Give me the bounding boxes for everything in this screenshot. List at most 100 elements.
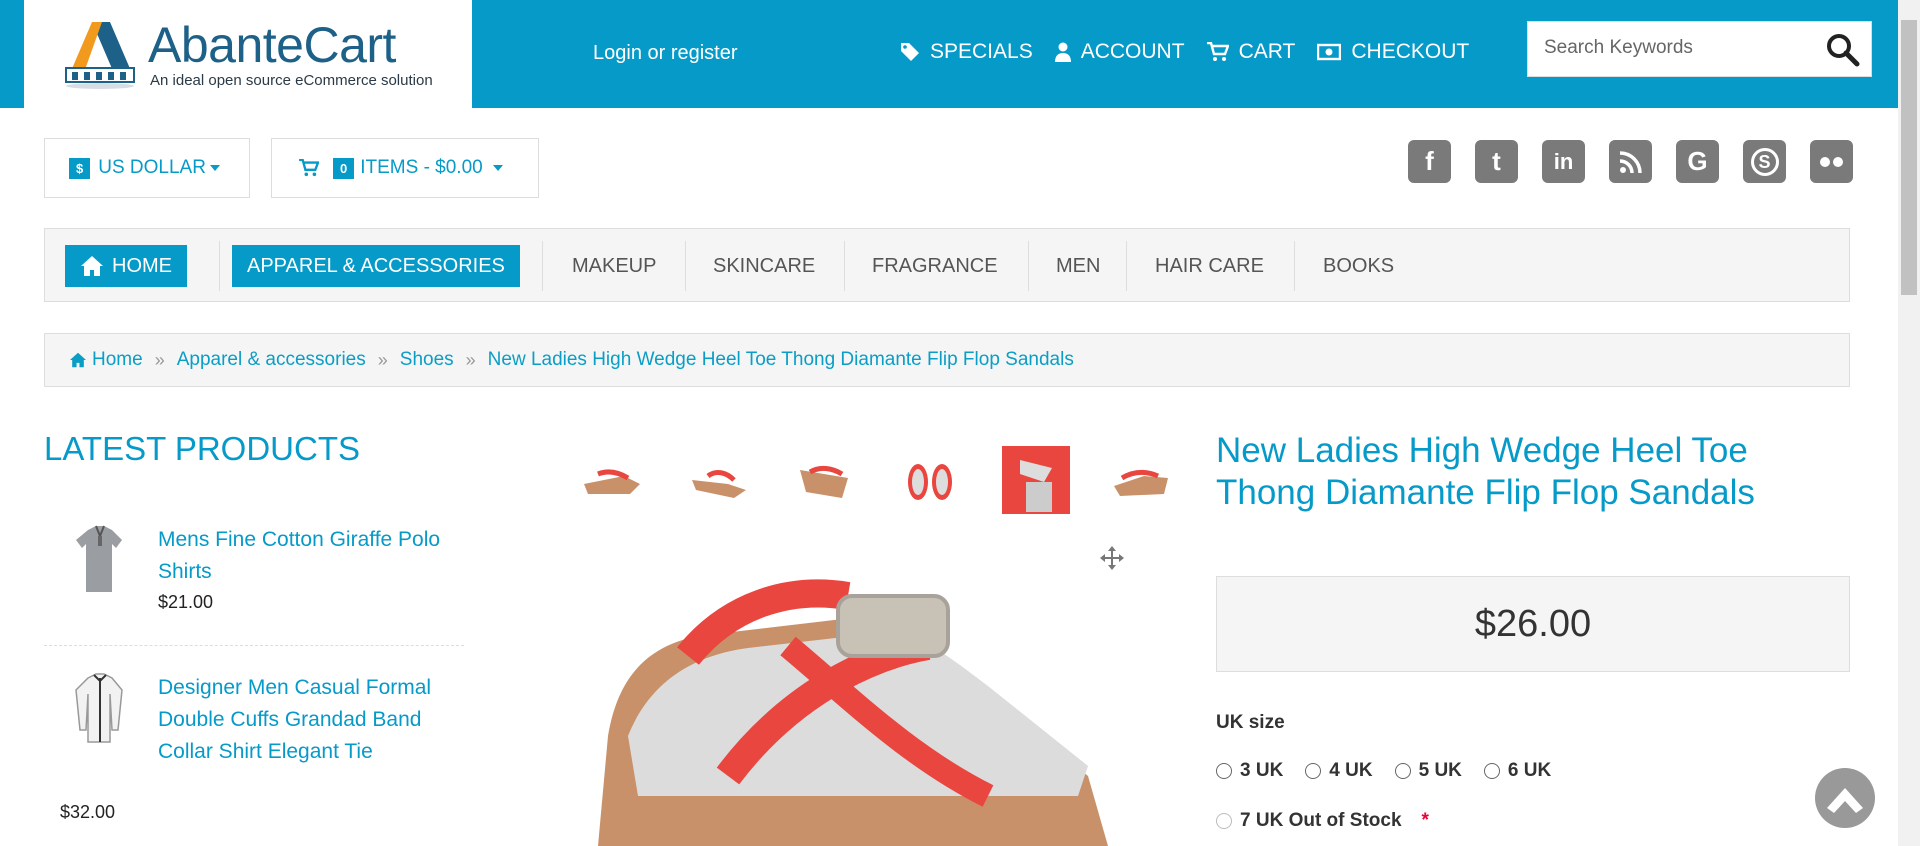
product-price: $32.00 xyxy=(60,802,116,822)
category-skincare-label: SKINCARE xyxy=(713,254,816,277)
category-skincare[interactable]: SKINCARE xyxy=(713,245,815,287)
polo-shirt-image[interactable] xyxy=(74,524,126,600)
size-option-label: 6 UK xyxy=(1507,760,1552,781)
breadcrumb-separator-icon: » xyxy=(154,349,165,370)
category-hair-care-label: HAIR CARE xyxy=(1155,254,1264,277)
cart-count-badge: 0 xyxy=(333,157,355,179)
product-thumbnail-selected[interactable] xyxy=(1002,446,1070,514)
category-makeup[interactable]: MAKEUP xyxy=(572,245,656,287)
category-menu: HOME APPAREL & ACCESSORIES MAKEUP SKINCA… xyxy=(44,228,1850,302)
size-option-4uk[interactable]: 4 UK xyxy=(1305,760,1373,782)
logo-name: AbanteCart xyxy=(148,17,396,73)
nav-checkout[interactable]: CHECKOUT xyxy=(1317,40,1469,64)
cart-total-label: ITEMS - $0.00 xyxy=(360,157,483,178)
product-name-link[interactable]: Designer Men Casual Formal Double Cuffs … xyxy=(158,672,448,768)
top-nav: SPECIALS ACCOUNT CART CHECKOUT xyxy=(900,40,1469,64)
category-fragrance[interactable]: FRAGRANCE xyxy=(872,245,998,287)
product-price: $26.00 xyxy=(1474,602,1592,645)
size-option-5uk[interactable]: 5 UK xyxy=(1394,760,1462,782)
product-name-link[interactable]: Mens Fine Cotton Giraffe Polo Shirts xyxy=(158,524,448,588)
currency-selector[interactable]: $ US DOLLAR xyxy=(44,138,250,198)
dress-shirt-image[interactable] xyxy=(74,672,126,748)
category-fragrance-label: FRAGRANCE xyxy=(872,254,998,277)
size-option-6uk[interactable]: 6 UK xyxy=(1483,760,1552,782)
product-main-image[interactable] xyxy=(568,536,1138,846)
radio-button[interactable] xyxy=(1394,763,1411,779)
divider xyxy=(1028,241,1029,291)
top-header: AbanteCart An ideal open source eCommerc… xyxy=(0,0,1898,108)
skype-icon[interactable]: S xyxy=(1743,140,1786,183)
breadcrumb-shoes[interactable]: Shoes xyxy=(400,349,454,371)
logo[interactable]: AbanteCart An ideal open source eCommerc… xyxy=(24,0,472,108)
flickr-icon[interactable] xyxy=(1810,140,1853,183)
nav-checkout-label: CHECKOUT xyxy=(1351,40,1470,63)
radio-button[interactable] xyxy=(1216,763,1232,779)
google-icon[interactable]: G xyxy=(1676,140,1719,183)
divider xyxy=(844,241,845,291)
category-men[interactable]: MEN xyxy=(1056,245,1100,287)
product-price: $21.00 xyxy=(158,592,214,612)
divider xyxy=(1294,241,1295,291)
category-home[interactable]: HOME xyxy=(65,245,187,287)
latest-products-title: LATEST PRODUCTS xyxy=(44,430,360,467)
home-icon xyxy=(70,352,86,368)
size-option-label: 5 UK xyxy=(1418,760,1462,781)
rss-icon[interactable] xyxy=(1609,140,1652,183)
divider xyxy=(219,241,220,291)
size-option-3uk[interactable]: 3 UK xyxy=(1216,760,1283,782)
chevron-down-icon xyxy=(492,165,503,171)
currency-badge: $ xyxy=(69,157,91,179)
size-option-label: 4 UK xyxy=(1329,760,1373,781)
radio-button[interactable] xyxy=(1305,763,1322,779)
radio-button[interactable] xyxy=(1483,763,1500,779)
product-thumbnail[interactable] xyxy=(790,446,858,514)
category-apparel[interactable]: APPAREL & ACCESSORIES xyxy=(232,245,520,287)
mini-cart[interactable]: 0 ITEMS - $0.00 xyxy=(271,138,539,198)
size-option-7uk-disabled: 7 UK Out of Stock * xyxy=(1216,810,1429,832)
money-icon xyxy=(1317,43,1342,61)
breadcrumb-home[interactable]: Home xyxy=(92,349,143,371)
logo-tagline: An ideal open source eCommerce solution xyxy=(150,72,433,89)
logo-mark-icon xyxy=(65,22,135,89)
nav-cart[interactable]: CART xyxy=(1206,40,1295,64)
search-box xyxy=(1527,21,1872,77)
login-register-link[interactable]: Login or register xyxy=(593,42,738,65)
scrollbar-thumb[interactable] xyxy=(1901,20,1917,295)
product-thumbnail[interactable] xyxy=(896,446,964,514)
product-thumbnail[interactable] xyxy=(684,446,752,514)
category-hair-care[interactable]: HAIR CARE xyxy=(1155,245,1264,287)
facebook-icon[interactable]: f xyxy=(1408,140,1451,183)
search-icon[interactable] xyxy=(1825,32,1861,68)
nav-specials[interactable]: SPECIALS xyxy=(900,40,1033,64)
category-home-label: HOME xyxy=(112,254,172,277)
divider xyxy=(542,241,543,291)
nav-account-label: ACCOUNT xyxy=(1080,40,1185,63)
size-option-label: 7 UK Out of Stock xyxy=(1240,810,1402,831)
linkedin-icon[interactable]: in xyxy=(1542,140,1585,183)
search-input[interactable] xyxy=(1542,36,1816,60)
product-thumbnail[interactable] xyxy=(1108,446,1176,514)
product-price-box: $26.00 xyxy=(1216,576,1850,672)
cart-icon xyxy=(299,159,319,177)
radio-button-disabled xyxy=(1216,813,1232,829)
category-books[interactable]: BOOKS xyxy=(1323,245,1394,287)
divider xyxy=(44,645,464,646)
divider xyxy=(685,241,686,291)
scrollbar[interactable] xyxy=(1898,0,1920,846)
twitter-icon[interactable]: t xyxy=(1475,140,1518,183)
divider xyxy=(1126,241,1127,291)
product-thumbnail[interactable] xyxy=(578,446,646,514)
nav-account[interactable]: ACCOUNT xyxy=(1054,40,1185,64)
category-makeup-label: MAKEUP xyxy=(572,254,657,277)
breadcrumb-apparel[interactable]: Apparel & accessories xyxy=(177,349,366,371)
breadcrumb-separator-icon: » xyxy=(465,349,476,370)
breadcrumb-current[interactable]: New Ladies High Wedge Heel Toe Thong Dia… xyxy=(488,349,1074,371)
scroll-to-top-button[interactable] xyxy=(1815,768,1875,828)
breadcrumb: Home » Apparel & accessories » Shoes » N… xyxy=(44,333,1850,387)
category-apparel-label: APPAREL & ACCESSORIES xyxy=(247,254,505,277)
size-option-label: 3 UK xyxy=(1240,760,1284,781)
nav-specials-label: SPECIALS xyxy=(930,40,1033,63)
size-options: 3 UK 4 UK 5 UK 6 UK xyxy=(1216,760,1551,782)
breadcrumb-separator-icon: » xyxy=(377,349,388,370)
social-links: f t in G S xyxy=(1408,140,1853,183)
